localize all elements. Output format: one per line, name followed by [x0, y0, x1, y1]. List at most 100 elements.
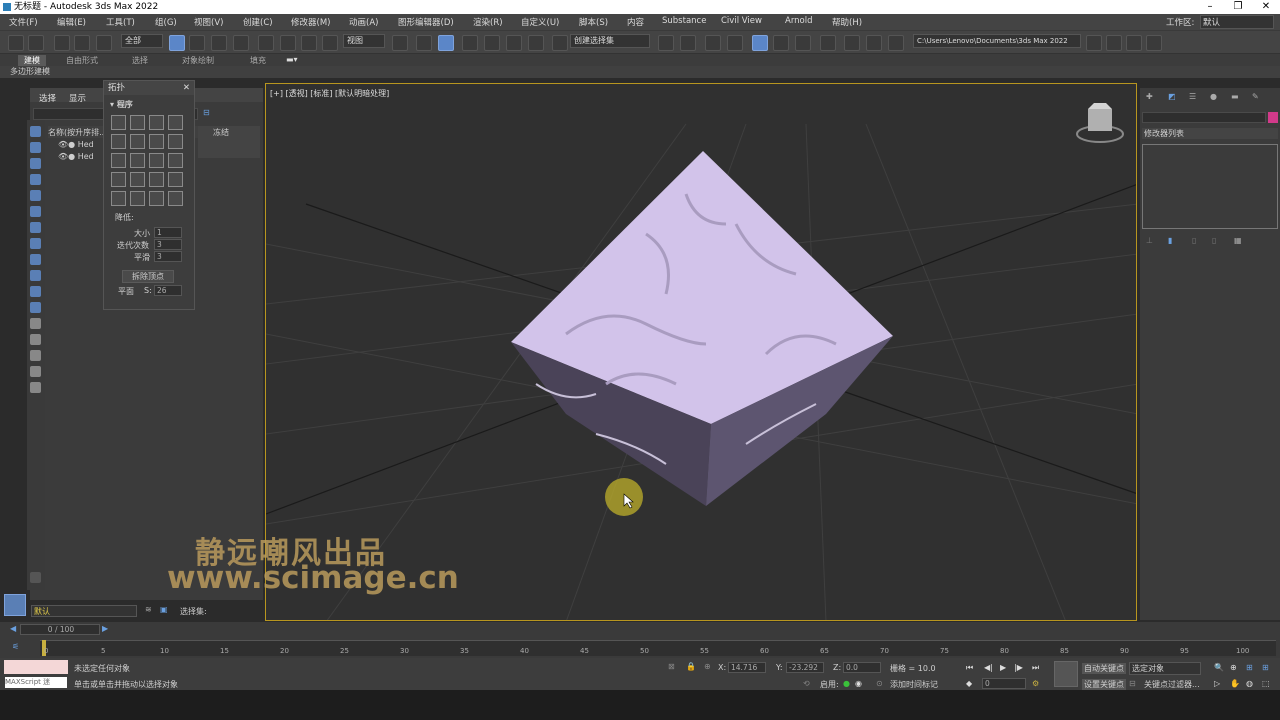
key-mode-icon[interactable]: ◆ [966, 679, 972, 688]
display-containers-icon[interactable] [30, 286, 41, 297]
curve-editor-icon[interactable] [752, 35, 768, 51]
key-filters-icon[interactable]: ⊟ [1129, 679, 1136, 688]
display-xrefs-icon[interactable] [30, 254, 41, 265]
utilities-tab-icon[interactable]: ✎ [1252, 92, 1259, 101]
go-to-end-icon[interactable]: ⏭ [1032, 663, 1039, 673]
topology-pattern-button[interactable] [168, 134, 183, 149]
current-layer-select[interactable]: 默认 [31, 605, 137, 617]
explorer-frozen-header[interactable]: 冻结 [213, 127, 229, 138]
layer-explorer-icon[interactable] [705, 35, 721, 51]
time-slider-back-icon[interactable]: ◀ [10, 624, 16, 633]
placement-icon[interactable] [322, 35, 338, 51]
workspace-select[interactable]: 默认 [1200, 15, 1274, 29]
maxscript-input[interactable]: MAXScript 迷 [5, 677, 67, 688]
modifier-list-select[interactable]: 修改器列表 [1142, 128, 1278, 139]
selection-filter-select[interactable]: 全部 [121, 34, 163, 48]
current-frame-field[interactable]: 0 [982, 678, 1026, 689]
explorer-tab-select[interactable]: 选择 [39, 92, 56, 104]
remove-modifier-icon[interactable]: ▯ [1212, 236, 1216, 245]
ref-coord-select[interactable]: 视图 [343, 34, 385, 48]
project-settings-icon[interactable] [1146, 35, 1162, 51]
select-object-icon[interactable] [169, 35, 185, 51]
display-shapes-icon[interactable] [30, 158, 41, 169]
topology-pattern-button[interactable] [111, 191, 126, 206]
explorer-tab-display[interactable]: 显示 [69, 92, 86, 104]
next-frame-icon[interactable]: |▶ [1014, 663, 1023, 672]
spinner-snap-icon[interactable] [528, 35, 544, 51]
explorer-name-header[interactable]: 名称(按升序排... [48, 127, 107, 138]
topology-section-title[interactable]: ▾ 程序 [110, 99, 133, 110]
adaptive-degradation-icon[interactable]: ⟲ [803, 679, 810, 688]
x-coord-field[interactable]: 14.716 [728, 662, 766, 673]
mini-curve-editor-icon[interactable]: ⚟ [12, 642, 19, 651]
display-influences-icon[interactable] [30, 350, 41, 361]
explorer-layer-icon[interactable]: ⊟ [203, 108, 210, 117]
angle-snap-icon[interactable] [484, 35, 500, 51]
redo-icon[interactable] [28, 35, 44, 51]
show-end-result-icon[interactable]: ▮ [1168, 236, 1172, 245]
time-tag-icon[interactable]: ⊙ [876, 679, 883, 688]
perspective-viewport[interactable] [265, 83, 1137, 621]
topology-pattern-button[interactable] [130, 134, 145, 149]
menu-create[interactable]: 创建(C) [243, 16, 273, 28]
time-config-icon[interactable]: ⚙ [1032, 679, 1039, 688]
zoom-extents-all-icon[interactable]: ⊞ [1262, 663, 1269, 672]
topology-pattern-button[interactable] [149, 153, 164, 168]
ribbon-options-icon[interactable]: ▬▾ [286, 55, 298, 64]
topology-pattern-button[interactable] [149, 191, 164, 206]
topology-pattern-button[interactable] [168, 172, 183, 187]
layer-stack-icon[interactable]: ≋ [145, 605, 152, 614]
minimize-button[interactable]: – [1196, 0, 1224, 14]
filter-icon[interactable] [30, 366, 41, 377]
material-editor-icon[interactable] [795, 35, 811, 51]
topology-pattern-button[interactable] [111, 134, 126, 149]
viewport-label[interactable]: [+] [透视] [标准] [默认明暗处理] [270, 88, 389, 99]
lock-selection-icon[interactable]: 🔒 [686, 662, 696, 671]
mirror-icon[interactable] [658, 35, 674, 51]
render-iterative-icon[interactable] [888, 35, 904, 51]
display-groups-icon[interactable] [30, 238, 41, 249]
menu-scripting[interactable]: 脚本(S) [579, 16, 608, 28]
explorer-row[interactable]: 👁● Hed [58, 140, 94, 149]
render-production-icon[interactable] [866, 35, 882, 51]
named-selection-select[interactable]: 创建选择集 [570, 34, 650, 48]
bind-space-warp-icon[interactable] [96, 35, 112, 51]
key-target-select[interactable]: 选定对象 [1129, 662, 1201, 675]
time-slider[interactable]: 0 / 100 [20, 624, 100, 635]
pivot-icon[interactable] [392, 35, 408, 51]
menu-edit[interactable]: 编辑(E) [57, 16, 86, 28]
topology-pattern-button[interactable] [130, 115, 145, 130]
menu-group[interactable]: 组(G) [155, 16, 177, 28]
display-geometry-icon[interactable] [30, 142, 41, 153]
topology-pattern-button[interactable] [168, 115, 183, 130]
unlink-icon[interactable] [74, 35, 90, 51]
modify-tab-icon[interactable]: ◩ [1168, 92, 1176, 101]
zoom-icon[interactable]: 🔍 [1214, 663, 1224, 672]
auto-key-button[interactable]: 自动关键点 [1082, 663, 1126, 674]
topology-pattern-button[interactable] [130, 191, 145, 206]
display-lights-icon[interactable] [30, 174, 41, 185]
display-frozen-icon[interactable] [30, 302, 41, 313]
z-coord-field[interactable]: 0.0 [843, 662, 881, 673]
topology-pattern-button[interactable] [111, 153, 126, 168]
layer-manager-icon[interactable] [4, 594, 26, 616]
topology-pattern-button[interactable] [149, 115, 164, 130]
project-save-icon[interactable] [1126, 35, 1142, 51]
object-name-field[interactable] [1142, 112, 1266, 123]
display-tab-icon[interactable]: ▬ [1231, 92, 1239, 101]
maximize-viewport-icon[interactable]: ⬚ [1262, 679, 1270, 688]
iterations-spinner[interactable]: 3 [154, 239, 182, 250]
ribbon-tab-populate[interactable]: 填充 [250, 55, 266, 66]
find-icon[interactable] [30, 382, 41, 393]
viewcube-icon[interactable] [1076, 103, 1124, 143]
close-button[interactable]: ✕ [1252, 0, 1280, 14]
edit-named-sets-icon[interactable] [552, 35, 568, 51]
display-spacewarps-icon[interactable] [30, 222, 41, 233]
configure-sets-icon[interactable]: ▦ [1234, 236, 1242, 245]
menu-rendering[interactable]: 渲染(R) [473, 16, 503, 28]
topology-pattern-button[interactable] [149, 172, 164, 187]
ribbon-tab-modeling[interactable]: 建模 [18, 55, 46, 66]
topology-pattern-button[interactable] [168, 153, 183, 168]
menu-view[interactable]: 视图(V) [194, 16, 223, 28]
render-setup-icon[interactable] [820, 35, 836, 51]
